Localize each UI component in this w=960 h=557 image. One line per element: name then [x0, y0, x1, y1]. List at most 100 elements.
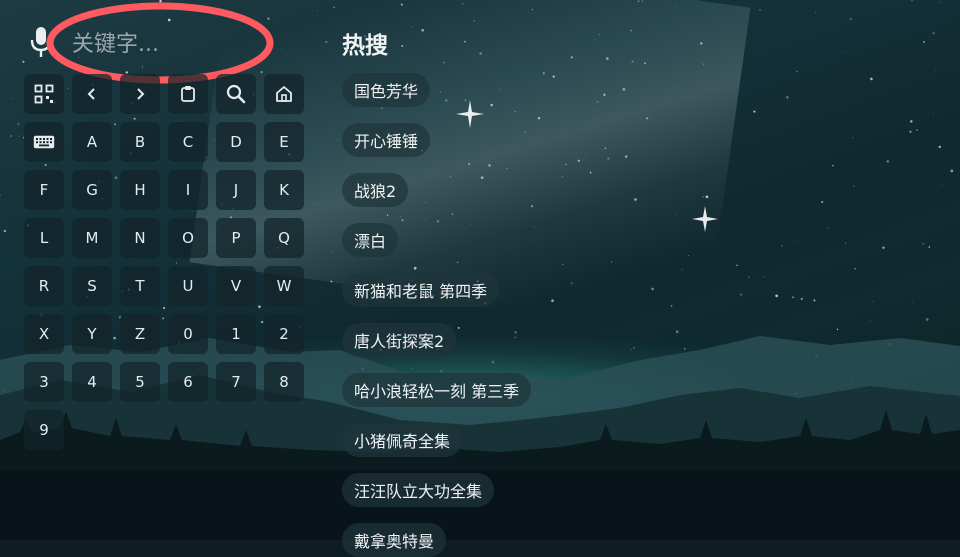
- star: [491, 360, 495, 364]
- key-i[interactable]: I: [168, 170, 208, 210]
- key-b[interactable]: B: [120, 122, 160, 162]
- key-x[interactable]: X: [24, 314, 64, 354]
- hot-search-item[interactable]: 哈小浪轻松一刻 第三季: [342, 373, 532, 407]
- star: [162, 306, 166, 310]
- star: [631, 60, 634, 63]
- key-m[interactable]: M: [72, 218, 112, 258]
- forward-key[interactable]: [120, 74, 160, 114]
- key-d[interactable]: D: [216, 122, 256, 162]
- qr-code-key[interactable]: [24, 74, 64, 114]
- key-y[interactable]: Y: [72, 314, 112, 354]
- key-p[interactable]: P: [216, 218, 256, 258]
- key-v[interactable]: V: [216, 266, 256, 306]
- key-3[interactable]: 3: [24, 362, 64, 402]
- star: [775, 294, 778, 298]
- star: [381, 113, 383, 114]
- hot-search-item[interactable]: 新猫和老鼠 第四季: [342, 273, 500, 307]
- hot-search-item[interactable]: 战狼2: [342, 173, 409, 207]
- star: [464, 99, 467, 102]
- key-5[interactable]: 5: [120, 362, 160, 402]
- star: [950, 169, 954, 173]
- star: [400, 3, 403, 6]
- hot-search-item[interactable]: 开心锤锤: [342, 123, 431, 157]
- keyboard-icon: [33, 135, 55, 149]
- star: [594, 39, 596, 41]
- hot-search-item[interactable]: 唐人街探案2: [342, 323, 457, 357]
- key-t[interactable]: T: [120, 266, 160, 306]
- key-l[interactable]: L: [24, 218, 64, 258]
- star: [700, 42, 703, 45]
- hot-search-item[interactable]: 小猪佩奇全集: [342, 423, 463, 457]
- star: [821, 200, 824, 204]
- star: [702, 196, 704, 198]
- key-r[interactable]: R: [24, 266, 64, 306]
- hot-search-item[interactable]: 漂白: [342, 223, 399, 257]
- star: [457, 326, 460, 329]
- star: [113, 336, 116, 340]
- star: [462, 3, 464, 5]
- key-4[interactable]: 4: [72, 362, 112, 402]
- key-0[interactable]: 0: [168, 314, 208, 354]
- star: [425, 219, 426, 221]
- star: [845, 51, 847, 53]
- key-q[interactable]: Q: [264, 218, 304, 258]
- star: [114, 123, 116, 126]
- key-7[interactable]: 7: [216, 362, 256, 402]
- star: [910, 120, 913, 123]
- key-2[interactable]: 2: [264, 314, 304, 354]
- key-o[interactable]: O: [168, 218, 208, 258]
- paste-key[interactable]: [168, 74, 208, 114]
- key-s[interactable]: S: [72, 266, 112, 306]
- star: [570, 56, 573, 59]
- key-c[interactable]: C: [168, 122, 208, 162]
- hot-search-item[interactable]: 国色芳华: [342, 73, 431, 107]
- keyboard-toggle-key[interactable]: [24, 122, 64, 162]
- star: [506, 168, 508, 170]
- search-key[interactable]: [216, 74, 256, 114]
- star: [681, 269, 683, 270]
- star: [175, 262, 178, 264]
- star: [928, 246, 931, 248]
- star: [748, 276, 750, 278]
- key-e[interactable]: E: [264, 122, 304, 162]
- key-j[interactable]: J: [216, 170, 256, 210]
- qr-code-icon: [34, 84, 54, 104]
- star: [785, 96, 789, 99]
- key-z[interactable]: Z: [120, 314, 160, 354]
- star: [0, 194, 1, 196]
- key-h[interactable]: H: [120, 170, 160, 210]
- key-9[interactable]: 9: [24, 410, 64, 450]
- star: [317, 10, 318, 12]
- key-g[interactable]: G: [72, 170, 112, 210]
- hot-search-item[interactable]: 戴拿奥特曼: [342, 523, 447, 557]
- star: [213, 139, 215, 141]
- star: [585, 153, 587, 155]
- key-w[interactable]: W: [264, 266, 304, 306]
- star: [381, 107, 384, 110]
- star: [870, 77, 873, 81]
- star: [412, 26, 414, 28]
- key-k[interactable]: K: [264, 170, 304, 210]
- key-u[interactable]: U: [168, 266, 208, 306]
- star: [440, 370, 443, 373]
- star: [421, 28, 425, 32]
- back-key[interactable]: [72, 74, 112, 114]
- star: [191, 210, 193, 212]
- key-6[interactable]: 6: [168, 362, 208, 402]
- star: [909, 130, 912, 133]
- home-key[interactable]: [264, 74, 304, 114]
- key-n[interactable]: N: [120, 218, 160, 258]
- key-f[interactable]: F: [24, 170, 64, 210]
- star: [858, 227, 859, 228]
- key-8[interactable]: 8: [264, 362, 304, 402]
- star: [935, 70, 937, 72]
- star: [923, 41, 925, 43]
- hot-search-item[interactable]: 汪汪队立大功全集: [342, 473, 495, 507]
- key-a[interactable]: A: [72, 122, 112, 162]
- star: [445, 99, 448, 102]
- star: [542, 72, 546, 75]
- star: [603, 93, 606, 96]
- key-1[interactable]: 1: [216, 314, 256, 354]
- star: [337, 139, 338, 141]
- star: [530, 205, 534, 208]
